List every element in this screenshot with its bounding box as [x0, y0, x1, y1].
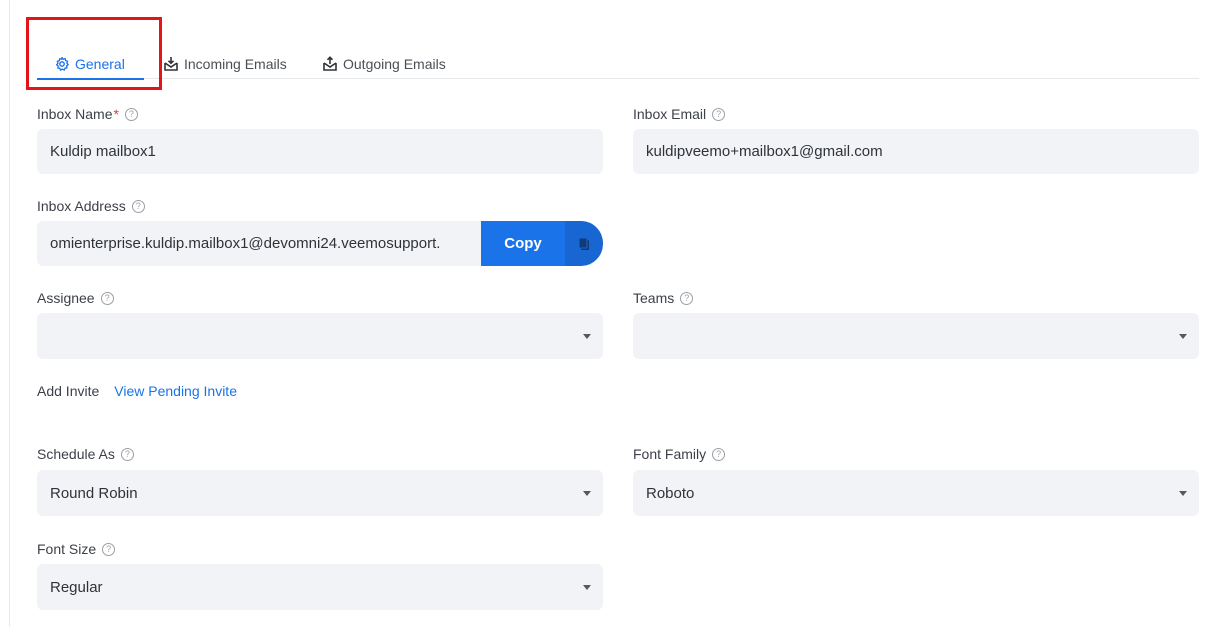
inbox-email-label-text: Inbox Email [633, 106, 707, 122]
tab-general[interactable]: General [54, 49, 125, 79]
inbox-upload-icon [322, 56, 338, 72]
inbox-name-label-text: Inbox Name [37, 106, 113, 122]
tab-general-label: General [75, 56, 125, 72]
help-icon[interactable]: ? [680, 291, 694, 305]
assignee-label: Assignee ? [37, 289, 114, 307]
inbox-address-label-text: Inbox Address [37, 198, 126, 214]
inbox-email-input[interactable]: kuldipveemo+mailbox1@gmail.com [633, 129, 1199, 174]
font-family-value: Roboto [646, 484, 695, 502]
assignee-label-text: Assignee [37, 290, 95, 306]
help-icon[interactable]: ? [120, 447, 134, 461]
caret-down-icon [1179, 491, 1187, 496]
tab-incoming-emails[interactable]: Incoming Emails [163, 49, 287, 79]
copy-button[interactable]: Copy [481, 221, 603, 266]
caret-down-icon [583, 334, 591, 339]
font-family-label-text: Font Family [633, 446, 707, 462]
font-size-label-text: Font Size [37, 541, 97, 557]
view-pending-invite-link[interactable]: View Pending Invite [114, 383, 237, 399]
teams-select[interactable] [633, 313, 1199, 359]
inbox-address-field[interactable]: omienterprise.kuldip.mailbox1@devomni24.… [37, 221, 603, 266]
help-icon[interactable]: ? [131, 199, 145, 213]
teams-label: Teams ? [633, 289, 694, 307]
active-tab-indicator [37, 78, 144, 80]
invite-row: Add Invite View Pending Invite [37, 382, 237, 400]
help-icon[interactable]: ? [712, 447, 726, 461]
copy-button-label: Copy [504, 235, 542, 252]
help-icon[interactable]: ? [124, 107, 138, 121]
inbox-name-label: Inbox Name * ? [37, 105, 138, 123]
font-family-label: Font Family ? [633, 445, 726, 463]
teams-label-text: Teams [633, 290, 675, 306]
inbox-download-icon [163, 56, 179, 72]
help-icon[interactable]: ? [102, 542, 116, 556]
font-family-select[interactable]: Roboto [633, 470, 1199, 516]
schedule-as-label-text: Schedule As [37, 446, 115, 462]
help-icon[interactable]: ? [100, 291, 114, 305]
inbox-email-label: Inbox Email ? [633, 105, 726, 123]
add-invite-link[interactable]: Add Invite [37, 383, 99, 399]
assignee-select[interactable] [37, 313, 603, 359]
inbox-name-input[interactable]: Kuldip mailbox1 [37, 129, 603, 174]
left-border [9, 0, 10, 627]
tab-outgoing-label: Outgoing Emails [343, 56, 446, 72]
caret-down-icon [583, 585, 591, 590]
font-size-value: Regular [50, 578, 103, 596]
inbox-address-label: Inbox Address ? [37, 197, 145, 215]
inbox-name-value: Kuldip mailbox1 [50, 143, 156, 160]
schedule-as-value: Round Robin [50, 484, 138, 502]
font-size-label: Font Size ? [37, 540, 116, 558]
font-size-select[interactable]: Regular [37, 564, 603, 610]
caret-down-icon [1179, 334, 1187, 339]
required-mark: * [113, 106, 119, 122]
tab-outgoing-emails[interactable]: Outgoing Emails [322, 49, 446, 79]
inbox-email-value: kuldipveemo+mailbox1@gmail.com [646, 143, 883, 160]
clipboard-icon[interactable] [565, 221, 603, 266]
schedule-as-label: Schedule As ? [37, 445, 134, 463]
help-icon[interactable]: ? [712, 107, 726, 121]
tab-incoming-label: Incoming Emails [184, 56, 287, 72]
caret-down-icon [583, 491, 591, 496]
inbox-address-value: omienterprise.kuldip.mailbox1@devomni24.… [50, 235, 441, 252]
gear-icon [54, 56, 70, 72]
tab-bar: General Incoming Emails Outgoing Emails [37, 40, 1199, 80]
schedule-as-select[interactable]: Round Robin [37, 470, 603, 516]
